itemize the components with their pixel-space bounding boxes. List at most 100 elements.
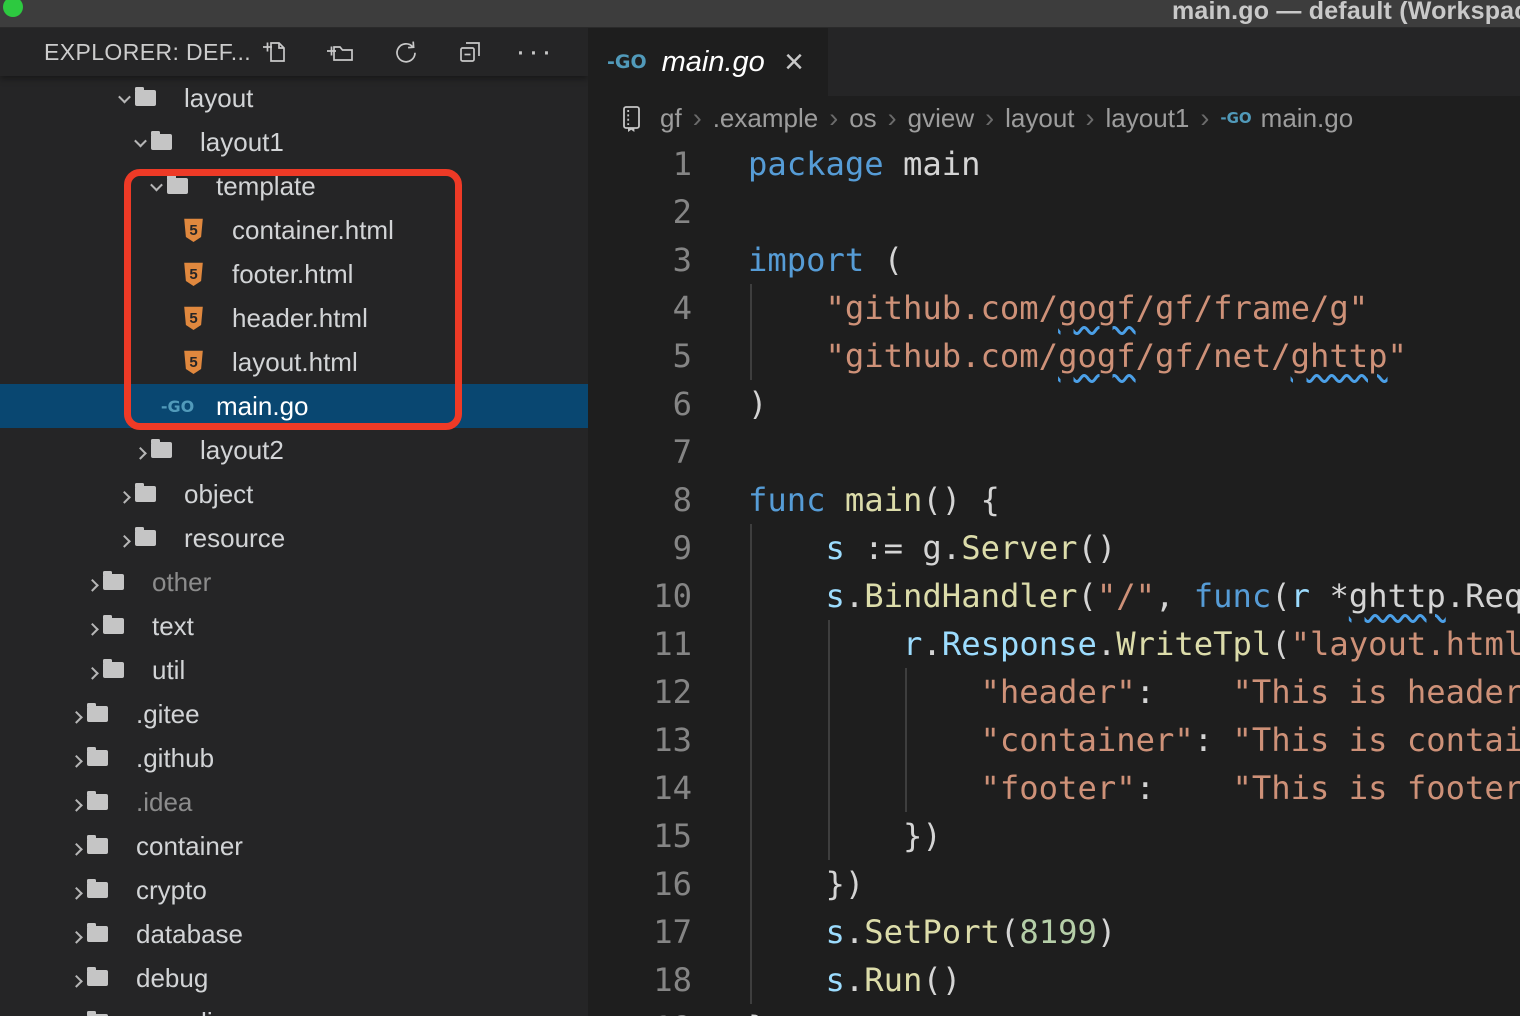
line-number: 8 <box>588 476 692 524</box>
chevron-right-icon[interactable] <box>65 1011 87 1016</box>
chevron-right-icon[interactable] <box>81 571 103 593</box>
editor-tab-bar: -GO main.go × <box>588 28 1520 96</box>
chevron-right-icon[interactable] <box>81 615 103 637</box>
refresh-icon[interactable] <box>390 37 420 67</box>
tree-item-label: main.go <box>216 391 309 422</box>
code-line-8[interactable]: 8func main() { <box>588 476 1520 524</box>
tree-item-util[interactable]: util <box>0 648 588 692</box>
chevron-right-icon[interactable] <box>65 879 87 901</box>
chevron-down-icon[interactable] <box>129 131 151 153</box>
folder-icon <box>103 613 124 639</box>
folder-icon <box>135 85 156 111</box>
code-line-12[interactable]: 12 "header": "This is header", <box>588 668 1520 716</box>
code-line-6[interactable]: 6) <box>588 380 1520 428</box>
line-number: 12 <box>588 668 692 716</box>
tree-item-gitee[interactable]: .gitee <box>0 692 588 736</box>
chevron-right-icon[interactable] <box>65 703 87 725</box>
tree-item-layout2[interactable]: layout2 <box>0 428 588 472</box>
line-number: 14 <box>588 764 692 812</box>
explorer-panel-title: EXPLORER: DEF... <box>44 39 251 66</box>
svg-text:5: 5 <box>189 265 197 282</box>
chevron-down-icon[interactable] <box>113 87 135 109</box>
code-line-13[interactable]: 13 "container": "This is container", <box>588 716 1520 764</box>
tab-main-go[interactable]: -GO main.go × <box>588 28 828 96</box>
tree-item-layout-html[interactable]: 5layout.html <box>0 340 588 384</box>
folder-icon <box>103 569 124 595</box>
breadcrumb-segment[interactable]: gf <box>660 103 682 134</box>
code-line-1[interactable]: 1 package main <box>588 140 1520 188</box>
code-line-14[interactable]: 14 "footer": "This is footer", <box>588 764 1520 812</box>
folder-icon <box>135 525 156 551</box>
svg-text:5: 5 <box>189 221 197 238</box>
tree-item-label: .github <box>136 743 214 774</box>
code-line-19[interactable]: 19} <box>588 1004 1520 1016</box>
tree-item-label: .idea <box>136 787 192 818</box>
folder-icon <box>87 745 108 771</box>
chevron-right-icon[interactable] <box>113 483 135 505</box>
chevron-right-icon[interactable] <box>113 527 135 549</box>
window-control-green-icon[interactable] <box>3 0 23 17</box>
chevron-right-icon[interactable] <box>81 659 103 681</box>
chevron-right-icon[interactable] <box>65 747 87 769</box>
code-line-7[interactable]: 7 <box>588 428 1520 476</box>
chevron-right-icon[interactable] <box>65 923 87 945</box>
tree-item-other[interactable]: other <box>0 560 588 604</box>
tree-item-layout1[interactable]: layout1 <box>0 120 588 164</box>
code-line-11[interactable]: 11 r.Response.WriteTpl("layout.html", g.… <box>588 620 1520 668</box>
breadcrumb-segment[interactable]: os <box>849 103 876 134</box>
new-folder-icon[interactable] <box>325 37 355 67</box>
line-number: 15 <box>588 812 692 860</box>
collapse-folders-icon[interactable] <box>455 37 485 67</box>
line-number: 19 <box>588 1004 692 1016</box>
folder-icon <box>151 129 172 155</box>
breadcrumb-segment[interactable]: .example <box>713 103 819 134</box>
tree-item-database[interactable]: database <box>0 912 588 956</box>
chevron-right-icon[interactable] <box>65 835 87 857</box>
tree-item-encoding[interactable]: encoding <box>0 1000 588 1016</box>
chevron-right-icon[interactable] <box>65 967 87 989</box>
code-line-17[interactable]: 17 s.SetPort(8199) <box>588 908 1520 956</box>
tree-item-layout[interactable]: layout <box>0 76 588 120</box>
breadcrumb-segment[interactable]: layout1 <box>1106 103 1190 134</box>
tree-item-text[interactable]: text <box>0 604 588 648</box>
code-text: package main <box>748 140 981 188</box>
tree-item-object[interactable]: object <box>0 472 588 516</box>
chevron-right-icon[interactable] <box>65 791 87 813</box>
tree-item-footer-html[interactable]: 5footer.html <box>0 252 588 296</box>
line-number: 5 <box>588 332 692 380</box>
code-line-10[interactable]: 10 s.BindHandler("/", func(r *ghttp.Requ… <box>588 572 1520 620</box>
code-line-9[interactable]: 9 s := g.Server() <box>588 524 1520 572</box>
tree-item-idea[interactable]: .idea <box>0 780 588 824</box>
code-line-18[interactable]: 18 s.Run() <box>588 956 1520 1004</box>
code-line-3[interactable]: 3import ( <box>588 236 1520 284</box>
close-icon[interactable]: × <box>784 47 804 77</box>
tree-item-resource[interactable]: resource <box>0 516 588 560</box>
folder-icon <box>87 789 108 815</box>
chevron-right-icon[interactable] <box>129 439 151 461</box>
tree-item-github[interactable]: .github <box>0 736 588 780</box>
svg-text:5: 5 <box>189 309 197 326</box>
code-editor[interactable]: 1 package main23import (4 "github.com/gog… <box>588 140 1520 1016</box>
breadcrumb-segment[interactable]: main.go <box>1261 103 1354 134</box>
more-actions-icon[interactable]: ··· <box>520 37 550 67</box>
code-line-15[interactable]: 15 }) <box>588 812 1520 860</box>
code-line-16[interactable]: 16 }) <box>588 860 1520 908</box>
code-line-2[interactable]: 2 <box>588 188 1520 236</box>
chevron-down-icon[interactable] <box>145 175 167 197</box>
tree-item-container[interactable]: container <box>0 824 588 868</box>
breadcrumb-segment[interactable]: gview <box>908 103 974 134</box>
tree-item-header-html[interactable]: 5header.html <box>0 296 588 340</box>
line-number: 1 <box>588 140 692 188</box>
tree-item-template[interactable]: template <box>0 164 588 208</box>
code-line-4[interactable]: 4 "github.com/gogf/gf/frame/g" <box>588 284 1520 332</box>
tree-item-container-html[interactable]: 5container.html <box>0 208 588 252</box>
tree-item-crypto[interactable]: crypto <box>0 868 588 912</box>
new-file-icon[interactable] <box>260 37 290 67</box>
line-number: 10 <box>588 572 692 620</box>
tree-item-debug[interactable]: debug <box>0 956 588 1000</box>
breadcrumb-segment[interactable]: layout <box>1005 103 1074 134</box>
code-text: "github.com/gogf/gf/frame/g" <box>748 284 1368 332</box>
tree-item-main-go[interactable]: -GOmain.go <box>0 384 588 428</box>
code-line-5[interactable]: 5 "github.com/gogf/gf/net/ghttp" <box>588 332 1520 380</box>
window-titlebar: main.go — default (Workspace <box>0 0 1520 28</box>
